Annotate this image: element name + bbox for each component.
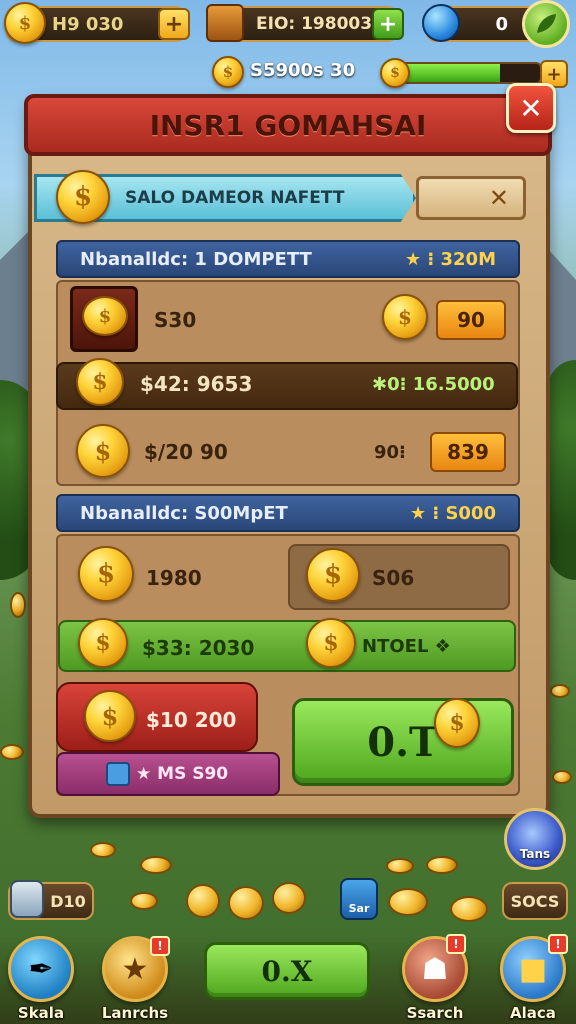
add-gold-button[interactable]: + <box>158 8 190 40</box>
potion-icon <box>10 880 44 918</box>
gem-counter-value: 0 <box>495 13 508 35</box>
section1-row3-value: 90⁝ <box>374 442 406 463</box>
section2-cell2-label: S06 <box>372 566 415 590</box>
dialog-title: INSR1 GOMAHSAI <box>24 94 552 156</box>
ground-coin <box>272 882 306 914</box>
section2-green-row-right: NTOEL ❖ <box>362 636 451 657</box>
mid-badge-label: Sar <box>348 902 370 915</box>
section2-red-row-label: $10 200 <box>146 708 237 732</box>
coin-icon: $ <box>212 56 244 88</box>
coin-icon: $ <box>380 58 410 88</box>
ground-coin <box>140 856 172 874</box>
section1-row3-buy-button[interactable]: 839 <box>430 432 506 472</box>
treasure-chest-icon <box>206 4 244 42</box>
section1-row2-label: $42: 9653 <box>140 372 253 396</box>
close-icon: ✕ <box>519 91 543 125</box>
notification-badge: ! <box>150 936 170 956</box>
nav-label: Lanrchs <box>101 1004 169 1022</box>
right-side-tile[interactable]: SOCS <box>502 882 568 920</box>
row-coin-icon: $ <box>76 424 130 478</box>
chest-counter-value: EIO: 1980030 <box>256 14 384 34</box>
section2-purple-row-label: ★ MS S90 <box>136 764 229 784</box>
ground-coin <box>0 744 24 760</box>
section2-cell1-label: 1980 <box>146 566 202 590</box>
blue-gem-icon <box>422 4 460 42</box>
banner-coin-icon: $ <box>56 170 110 224</box>
leaf-settings-button[interactable] <box>522 0 570 48</box>
row-coin-icon: $ <box>78 618 128 668</box>
section2-header: Nbanalldc: S00MpET ★ ⁝ S000 <box>56 494 520 532</box>
offer-banner-text: SALO DAMEOR NAFETT <box>125 188 345 208</box>
section1-row1-buy-button[interactable]: 90 <box>436 300 506 340</box>
scenery-trees-right <box>548 360 576 580</box>
cross-icon: ✕ <box>488 184 509 212</box>
confirm-action-label: 0.T <box>367 718 439 766</box>
runner-icon <box>106 762 130 786</box>
ground-coin <box>10 592 26 618</box>
nav-label: Ssarch <box>406 1004 464 1022</box>
section2-header-label: Nbanalldc: S00MpET <box>80 502 288 524</box>
banner-tab-close[interactable]: ✕ <box>416 176 526 220</box>
section1-header-label: Nbanalldc: 1 DOMPETT <box>80 248 312 270</box>
mid-badge[interactable]: Sar <box>340 878 378 920</box>
notification-badge: ! <box>548 934 568 954</box>
ground-coin <box>130 892 158 910</box>
progress-track <box>396 62 542 84</box>
notification-badge: ! <box>446 934 466 954</box>
nav-label: Skala <box>17 1004 65 1022</box>
section1-header-value: ★ ⁝ 320M <box>405 248 496 270</box>
ground-coin <box>552 770 572 784</box>
row-coin-icon: $ <box>76 358 124 406</box>
section2-header-value: ★ ⁝ S000 <box>409 502 496 524</box>
add-chest-button[interactable]: + <box>372 8 404 40</box>
center-play-button[interactable]: 0.X <box>204 942 370 1000</box>
leaf-icon <box>537 14 556 33</box>
close-button[interactable]: ✕ <box>506 83 556 133</box>
nav-item-skala[interactable]: ✒ Skala <box>2 936 80 1022</box>
section2-green-row-label: $33: 2030 <box>142 636 255 660</box>
right-side-tile-label: SOCS <box>510 891 560 911</box>
gold-coin-icon: $ <box>4 2 46 44</box>
gold-counter-value: H9 030 <box>52 13 124 35</box>
row-coin-icon: $ <box>84 690 136 742</box>
ground-coin <box>426 856 458 874</box>
section1-row3-label: $/20 90 <box>144 440 228 464</box>
section1-header: Nbanalldc: 1 DOMPETT ★ ⁝ 320M <box>56 240 520 278</box>
center-play-label: 0.X <box>261 954 313 988</box>
section1-row2-value: ✱0⁝ 16.5000 <box>372 374 495 395</box>
price-coin-icon: $ <box>382 294 428 340</box>
ground-coin <box>450 896 488 922</box>
ground-coin <box>228 886 264 920</box>
row-coin-icon: $ <box>306 618 356 668</box>
portal-label: Tans <box>519 847 551 861</box>
coin-stack-coin: $ <box>82 296 128 336</box>
confirm-action-button[interactable]: 0.T <box>292 698 514 786</box>
ground-coin <box>388 888 428 916</box>
section1-row1-label: S30 <box>154 308 197 332</box>
progress-fill <box>398 64 501 82</box>
portal-button[interactable]: Tans <box>504 808 566 870</box>
dialog-title-text: INSR1 GOMAHSAI <box>149 108 427 142</box>
left-side-tile-label: D10 <box>50 891 86 911</box>
ground-coin <box>550 684 570 698</box>
ground-coin <box>90 842 116 858</box>
ground-coin <box>186 884 220 918</box>
ground-coin <box>386 858 414 874</box>
nav-label: Alaca <box>510 1004 556 1022</box>
cell-coin-icon: $ <box>78 546 134 602</box>
cell-coin-icon: $ <box>306 548 360 602</box>
action-coin-icon: $ <box>434 698 480 748</box>
quill-icon: ✒ <box>8 936 74 1002</box>
sub-coins-text: S5900s 30 <box>250 60 356 81</box>
